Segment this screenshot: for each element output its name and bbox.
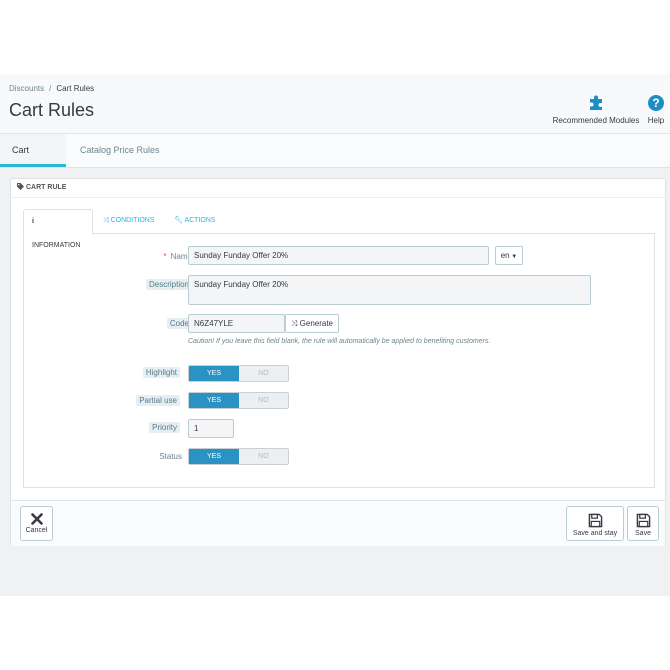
- panel-heading: CART RULE: [11, 179, 665, 198]
- cancel-label: Cancel: [25, 527, 48, 534]
- page-title: Cart Rules: [9, 100, 95, 120]
- app-screen: Discounts / Cart Rules Cart Rules Recommen…: [0, 74, 670, 596]
- panel-title: CART RULE: [26, 184, 67, 191]
- rule-tabs: i INFORMATION ⤨ CONDITIONS 🔧︎ ACTIONS * N…: [23, 209, 655, 488]
- tab-catalog-price-rules[interactable]: Catalog Price Rules: [68, 134, 172, 167]
- breadcrumb-separator: /: [49, 84, 52, 93]
- status-label: Status: [159, 452, 182, 461]
- code-input[interactable]: N6Z47YLE: [188, 314, 285, 333]
- status-yes[interactable]: YES: [189, 449, 239, 464]
- tab-cart-rules[interactable]: Cart Rules: [0, 134, 66, 188]
- close-icon: [30, 513, 43, 525]
- save-and-stay-button[interactable]: Save and stay: [566, 506, 624, 541]
- status-switch[interactable]: YES NO: [188, 448, 289, 465]
- info-icon: i: [32, 218, 34, 225]
- partial-use-no[interactable]: NO: [239, 393, 288, 408]
- tag-icon: [17, 183, 24, 190]
- highlight-label: Highlight: [74, 367, 180, 378]
- partial-use-label: Partial use: [74, 395, 180, 406]
- cancel-button[interactable]: Cancel: [20, 506, 53, 541]
- breadcrumb-discounts[interactable]: Discounts: [9, 84, 44, 93]
- save-and-stay-label: Save and stay: [572, 530, 618, 537]
- tab-information-label: INFORMATION: [32, 242, 81, 249]
- tab-actions[interactable]: 🔧︎ ACTIONS: [166, 209, 224, 233]
- tab-information[interactable]: i INFORMATION: [23, 209, 93, 249]
- recommended-modules-label: Recommended Modules: [552, 116, 640, 125]
- status-no[interactable]: NO: [239, 449, 288, 464]
- tab-conditions[interactable]: ⤨ CONDITIONS: [95, 209, 163, 233]
- required-mark: *: [163, 252, 167, 261]
- highlight-no[interactable]: NO: [239, 366, 288, 381]
- caret-down-icon: ▼: [509, 254, 518, 260]
- code-label: Code: [74, 318, 192, 329]
- priority-label: Priority: [74, 422, 180, 433]
- description-input[interactable]: Sunday Funday Offer 20%: [188, 275, 591, 305]
- breadcrumb: Discounts / Cart Rules: [9, 84, 94, 93]
- highlight-switch[interactable]: YES NO: [188, 365, 289, 382]
- shuffle-icon: ⤨: [103, 217, 109, 224]
- shuffle-icon: ⤨: [291, 319, 298, 328]
- save-icon: [588, 513, 602, 528]
- tab-actions-label: ACTIONS: [184, 217, 216, 224]
- breadcrumb-current: Cart Rules: [56, 84, 95, 93]
- panel-footer: Cancel Save and stay Save: [11, 500, 665, 546]
- cart-rule-panel: CART RULE i INFORMATION ⤨ CONDITIONS 🔧︎ …: [10, 178, 666, 546]
- tab-conditions-label: CONDITIONS: [110, 217, 155, 224]
- language-dropdown[interactable]: en ▼: [495, 246, 523, 265]
- name-label: * Name: [163, 252, 192, 261]
- page-tabs: Cart Rules Catalog Price Rules: [0, 133, 670, 188]
- recommended-modules-button[interactable]: Recommended Modules: [552, 94, 640, 125]
- partial-use-yes[interactable]: YES: [189, 393, 239, 408]
- name-input[interactable]: Sunday Funday Offer 20%: [188, 246, 489, 265]
- priority-input[interactable]: 1: [188, 419, 234, 438]
- wrench-icon: 🔧︎: [174, 217, 183, 224]
- help-button[interactable]: ? Help: [642, 94, 670, 125]
- description-label: Description: [74, 279, 192, 290]
- highlight-yes[interactable]: YES: [189, 366, 239, 381]
- svg-text:?: ?: [652, 96, 659, 110]
- code-help-text: Caution! If you leave this field blank, …: [188, 338, 491, 345]
- help-label: Help: [647, 116, 665, 125]
- help-icon: ?: [648, 95, 664, 111]
- partial-use-switch[interactable]: YES NO: [188, 392, 289, 409]
- information-pane: * Name Sunday Funday Offer 20% en ▼ Descr…: [23, 233, 655, 488]
- puzzle-icon: [590, 95, 602, 110]
- save-icon: [636, 513, 650, 528]
- page-header: Discounts / Cart Rules Cart Rules Recommen…: [0, 74, 670, 133]
- generate-button[interactable]: ⤨ Generate: [285, 314, 339, 333]
- generate-label: Generate: [299, 319, 333, 328]
- save-label: Save: [635, 530, 651, 537]
- language-value: en: [500, 251, 510, 260]
- save-button[interactable]: Save: [627, 506, 659, 541]
